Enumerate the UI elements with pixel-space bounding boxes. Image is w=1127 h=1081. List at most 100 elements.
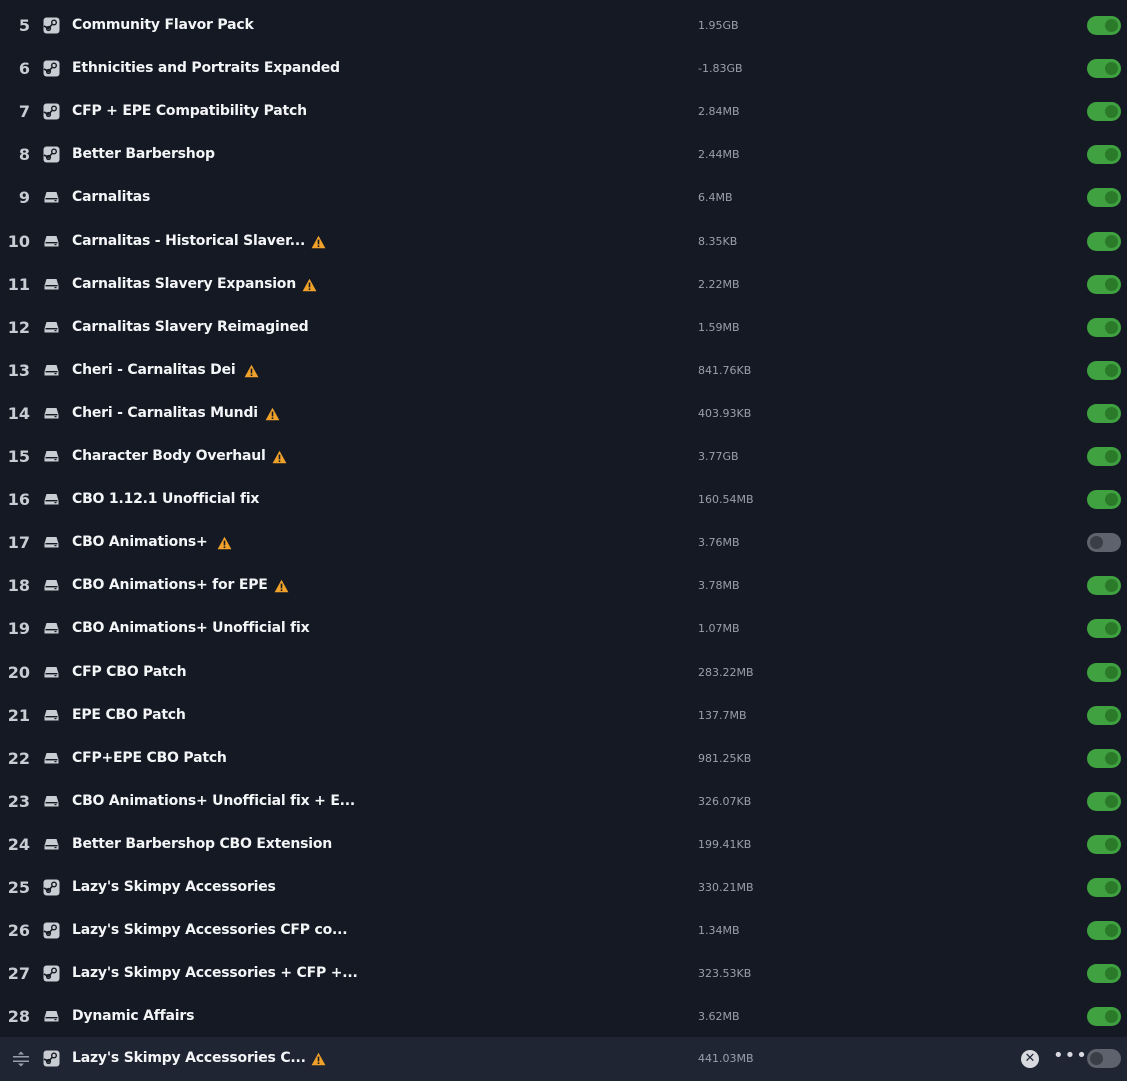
mod-row[interactable]: 18 CBO Animations+ for EPE 3.78MB [0,564,1127,607]
mod-row[interactable]: 21 EPE CBO Patch 137.7MB [0,694,1127,737]
local-drive-icon [43,276,60,293]
mod-row[interactable]: 10 Carnalitas - Historical Slaver... 8.35K… [0,220,1127,263]
mod-enabled-toggle[interactable] [1087,878,1121,897]
warning-icon[interactable] [244,363,259,377]
mod-name: Cheri - Carnalitas Dei [72,361,236,378]
mod-size: 1.07MB [698,622,740,636]
mod-row[interactable]: 17 CBO Animations+ 3.76MB [0,521,1127,564]
mod-row[interactable]: 6 Ethnicities and Portraits Expanded -1.83… [0,47,1127,90]
mod-name: Better Barbershop CBO Extension [72,835,333,852]
mod-row[interactable]: 20 CFP CBO Patch 283.22MB [0,651,1127,694]
mod-enabled-toggle[interactable] [1087,16,1121,35]
mod-name: Carnalitas Slavery Expansion [72,275,296,292]
mod-size: 3.76MB [698,536,740,550]
steam-workshop-icon [43,965,60,982]
toggle-knob [1105,665,1118,679]
mod-enabled-toggle[interactable] [1087,274,1121,294]
local-drive-icon [43,189,60,206]
mod-enabled-toggle[interactable] [1087,576,1121,596]
more-options-icon[interactable]: ••• [1053,1047,1087,1065]
mod-row[interactable]: 28 Dynamic Affairs 3.62MB [0,995,1127,1038]
remove-icon[interactable]: ✕ [1021,1050,1039,1069]
mod-load-order: 17 [7,533,30,553]
mod-row[interactable]: 9 Carnalitas 6.4MB [0,176,1127,219]
mod-row[interactable]: 27 Lazy's Skimpy Accessories + CFP +... 32… [0,952,1127,995]
mod-size: 326.07KB [698,794,752,808]
mod-size: 1.95GB [698,19,739,32]
mod-enabled-toggle[interactable] [1087,533,1121,553]
mod-row[interactable]: 19 CBO Animations+ Unofficial fix 1.07MB [0,607,1127,650]
mod-row[interactable]: 26 Lazy's Skimpy Accessories CFP co... 1.3… [0,909,1127,952]
mod-enabled-toggle[interactable] [1087,748,1121,768]
local-drive-icon [43,664,60,681]
toggle-knob [1105,277,1118,291]
mod-enabled-toggle[interactable] [1087,447,1121,466]
mod-enabled-toggle[interactable] [1087,1007,1121,1027]
mod-enabled-toggle[interactable] [1087,360,1121,380]
mod-row[interactable]: 25 Lazy's Skimpy Accessories 330.21MB [0,866,1127,909]
warning-icon[interactable] [274,578,289,593]
mod-row[interactable]: 5 Community Flavor Pack 1.95GB [0,4,1127,47]
mod-row[interactable]: 23 CBO Animations+ Unofficial fix + E... 3… [0,780,1127,823]
mod-enabled-toggle[interactable] [1087,619,1121,639]
mod-load-order: 26 [7,921,30,941]
local-drive-icon [43,405,60,422]
steam-workshop-icon [43,146,60,163]
warning-icon[interactable] [311,234,326,248]
local-drive-icon [43,793,60,810]
local-drive-icon [43,362,60,379]
warning-icon[interactable] [272,449,287,464]
warning-icon[interactable] [265,406,280,421]
toggle-knob [1105,967,1118,981]
warning-icon[interactable] [217,535,232,550]
local-drive-icon [43,1008,60,1025]
toggle-knob [1105,105,1118,119]
mod-enabled-toggle[interactable] [1087,188,1121,208]
mod-enabled-toggle[interactable] [1087,1049,1121,1069]
mod-enabled-toggle[interactable] [1087,317,1121,337]
mod-enabled-toggle[interactable] [1087,964,1121,984]
mod-name: Dynamic Affairs [72,1008,195,1025]
local-drive-icon [43,620,60,637]
mod-enabled-toggle[interactable] [1087,403,1121,423]
mod-enabled-toggle[interactable] [1087,705,1121,725]
mod-enabled-toggle[interactable] [1087,59,1121,79]
toggle-knob [1105,234,1118,248]
mod-row[interactable]: 11 Carnalitas Slavery Expansion 2.22MB [0,263,1127,306]
mod-row[interactable]: 22 CFP+EPE CBO Patch 981.25KB [0,737,1127,780]
mod-row[interactable]: 15 Character Body Overhaul 3.77GB [0,435,1127,478]
drag-handle-icon[interactable] [12,1051,30,1067]
mod-load-order: 7 [18,102,30,122]
steam-workshop-icon [43,60,60,77]
mod-row[interactable]: 24 Better Barbershop CBO Extension 199.41K… [0,823,1127,866]
mod-enabled-toggle[interactable] [1087,231,1121,251]
mod-enabled-toggle[interactable] [1087,145,1121,165]
mod-row[interactable]: Lazy's Skimpy Accessories C... 441.03MB ✕ •… [0,1037,1127,1081]
toggle-knob [1105,881,1118,894]
mod-enabled-toggle[interactable] [1087,834,1121,854]
toggle-knob [1105,708,1118,722]
mod-load-order: 18 [7,576,30,596]
steam-workshop-icon [43,103,60,120]
mod-enabled-toggle[interactable] [1087,791,1121,811]
warning-icon[interactable] [302,277,317,291]
mod-size: 3.78MB [698,579,740,593]
mod-load-order: 16 [7,490,30,510]
mod-enabled-toggle[interactable] [1087,102,1121,122]
mod-enabled-toggle[interactable] [1087,490,1121,510]
local-drive-icon [43,534,60,551]
mod-row[interactable]: 12 Carnalitas Slavery Reimagined 1.59MB [0,306,1127,349]
warning-icon[interactable] [311,1051,326,1066]
mod-row[interactable]: 13 Cheri - Carnalitas Dei 841.76KB [0,349,1127,392]
mod-row[interactable]: 16 CBO 1.12.1 Unofficial fix 160.54MB [0,478,1127,521]
mod-row[interactable]: 14 Cheri - Carnalitas Mundi 403.93KB [0,392,1127,435]
mod-row[interactable]: 7 CFP + EPE Compatibility Patch 2.84MB [0,90,1127,133]
toggle-knob [1105,450,1118,463]
toggle-knob [1105,924,1118,938]
mod-enabled-toggle[interactable] [1087,662,1121,682]
toggle-knob [1105,320,1118,334]
mod-row[interactable]: 8 Better Barbershop 2.44MB [0,133,1127,176]
mod-enabled-toggle[interactable] [1087,921,1121,941]
local-drive-icon [43,319,60,336]
mod-load-order: 6 [18,59,30,79]
